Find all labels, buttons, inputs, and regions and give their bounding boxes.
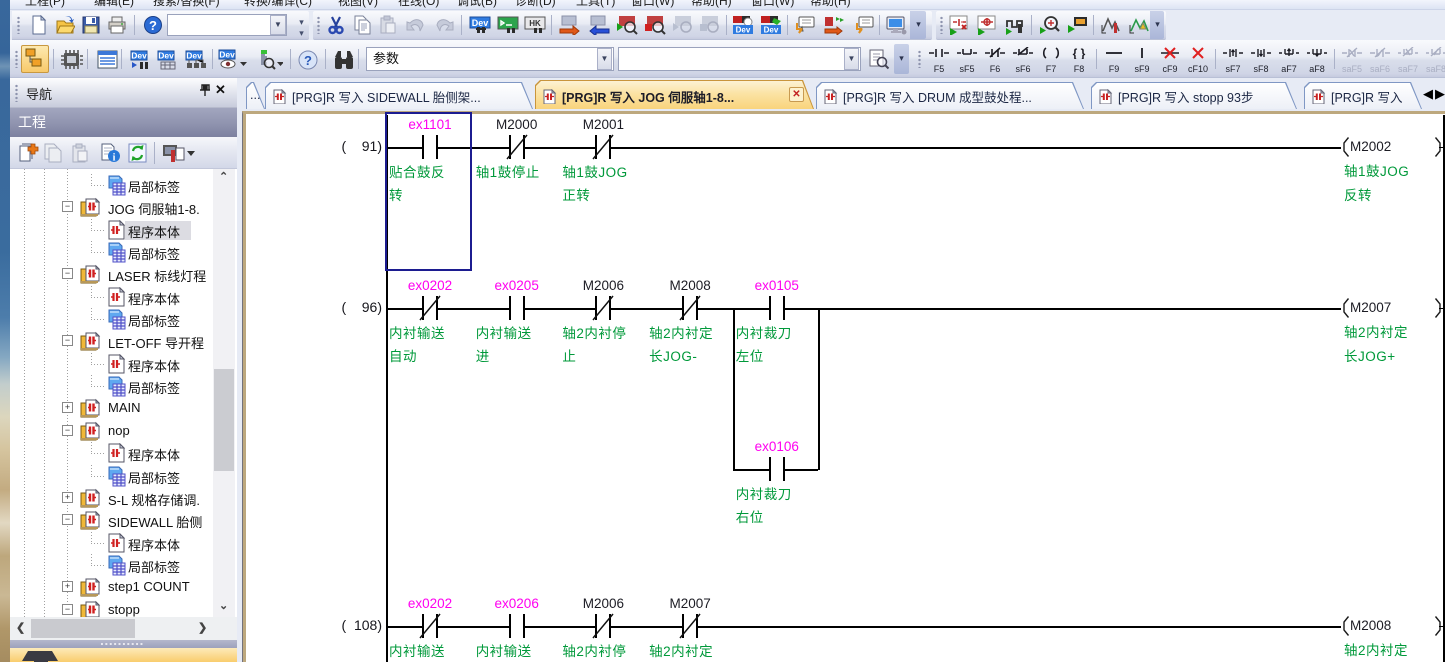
svg-text:Dev: Dev bbox=[158, 51, 174, 61]
svg-text:{ }: { } bbox=[1073, 47, 1086, 59]
svg-text:?: ? bbox=[304, 53, 312, 68]
svg-text:Dev: Dev bbox=[219, 50, 235, 60]
svg-text:HK: HK bbox=[529, 19, 541, 28]
svg-text:Dev: Dev bbox=[186, 51, 202, 61]
svg-text:i: i bbox=[113, 153, 116, 164]
svg-text:Dev: Dev bbox=[472, 18, 489, 28]
svg-text:Dev: Dev bbox=[131, 51, 147, 61]
svg-text:?: ? bbox=[149, 18, 157, 33]
svg-text:Dev: Dev bbox=[736, 26, 751, 35]
svg-text:Dev: Dev bbox=[764, 26, 779, 35]
